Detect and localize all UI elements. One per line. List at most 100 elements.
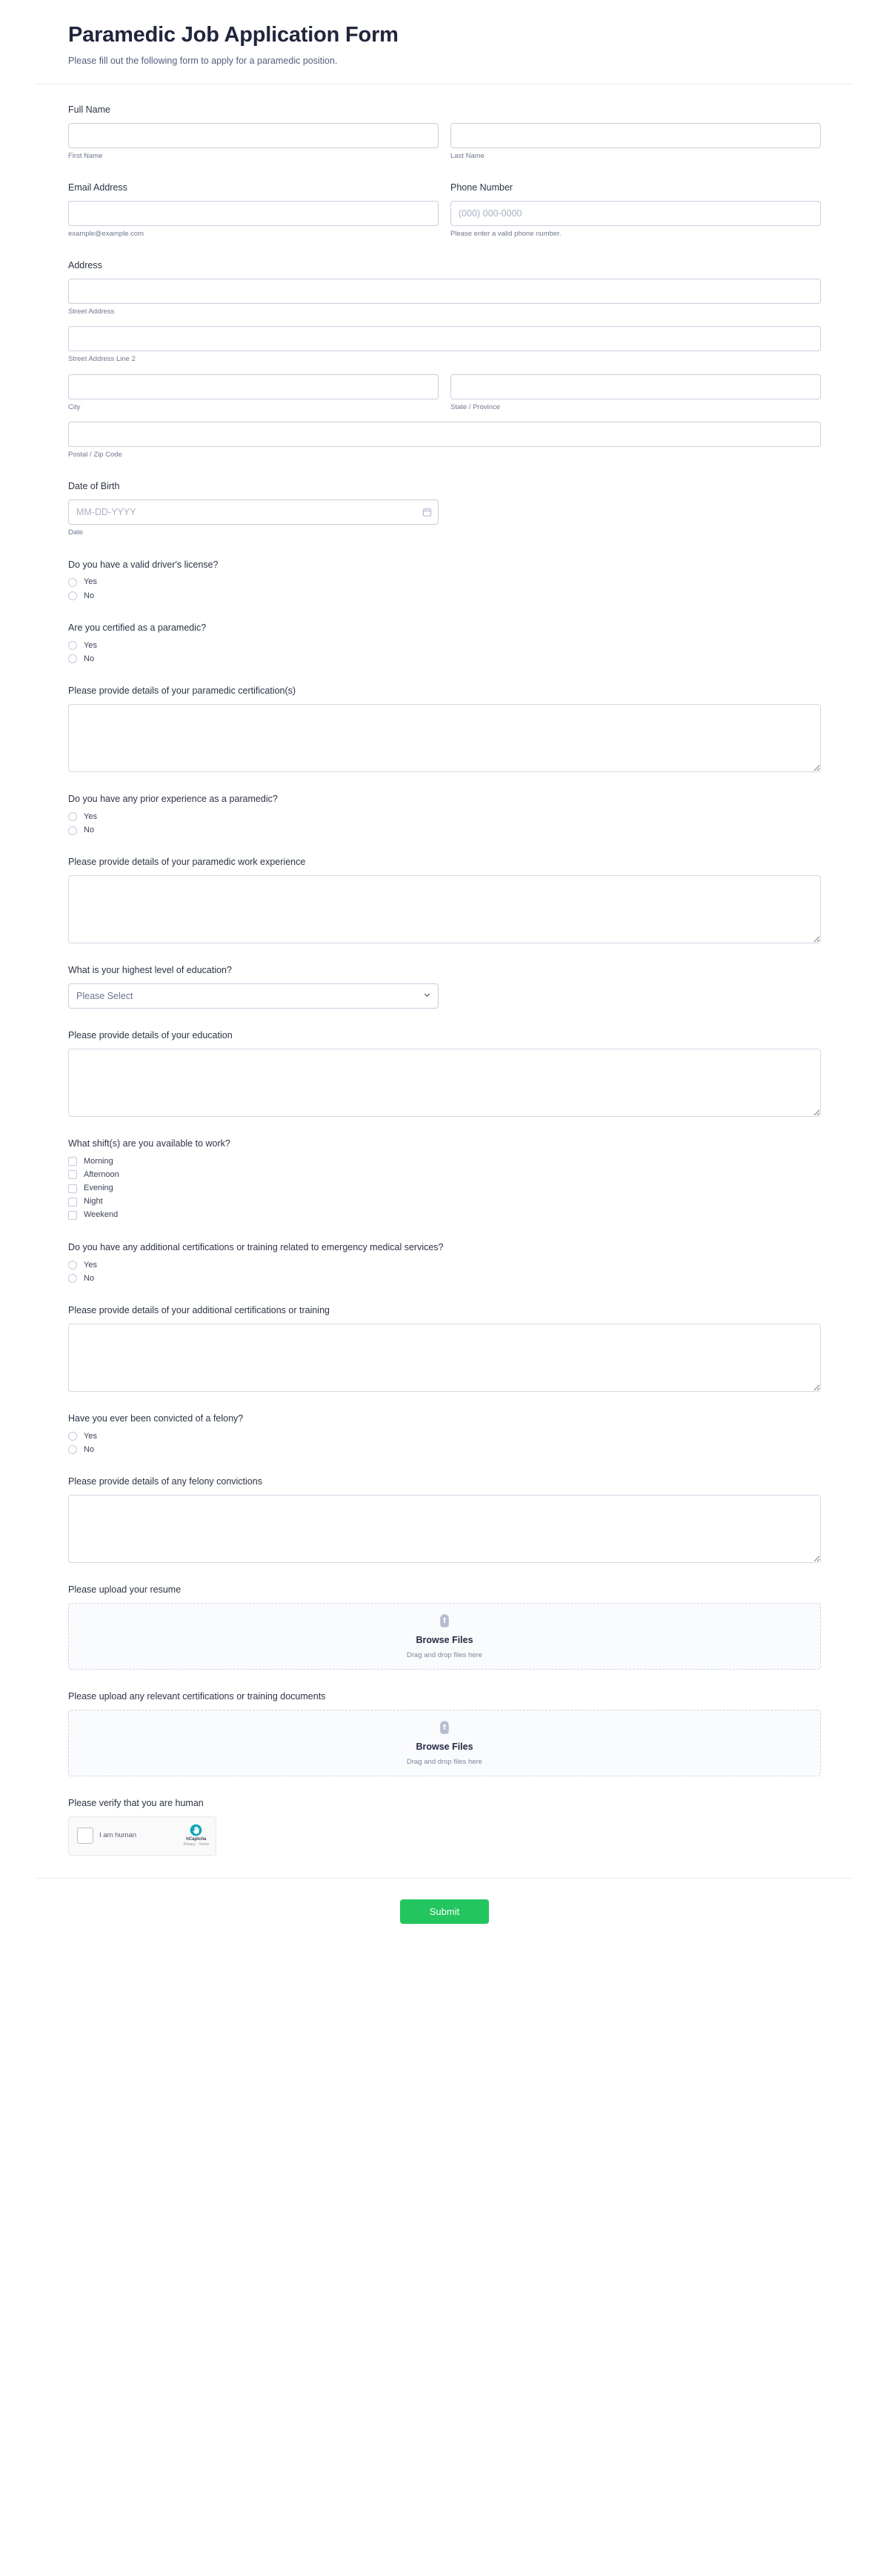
checkbox-icon[interactable] — [68, 1211, 77, 1221]
street-address-line2-sublabel: Street Address Line 2 — [68, 355, 136, 364]
certified-paramedic-option-yes[interactable]: Yes — [68, 641, 821, 651]
certifications-upload-label: Please upload any relevant certification… — [68, 1690, 326, 1702]
street-address-sublabel: Street Address — [68, 307, 115, 316]
radio-icon[interactable] — [68, 641, 77, 651]
hcaptcha-widget[interactable]: I am human hCaptcha Privacy - Terms — [68, 1816, 216, 1856]
field-certification-details: Please provide details of your paramedic… — [68, 685, 821, 772]
additional-certifications-option-no[interactable]: No — [68, 1274, 821, 1284]
radio-icon[interactable] — [68, 578, 77, 588]
city-sublabel: City — [68, 402, 81, 411]
date-of-birth-label: Date of Birth — [68, 481, 120, 492]
resume-upload-label: Please upload your resume — [68, 1584, 182, 1595]
email-phone-row: Email Address example@example.com Phone … — [68, 182, 821, 239]
full-name-row: First Name Last Name — [68, 122, 821, 161]
radio-icon[interactable] — [68, 591, 77, 601]
radio-icon[interactable] — [68, 812, 77, 822]
education-level-select[interactable]: Please Select — [68, 983, 439, 1009]
field-felony: Have you ever been convicted of a felony… — [68, 1413, 821, 1455]
phone-field[interactable] — [450, 200, 821, 226]
certification-details-label: Please provide details of your paramedic… — [68, 686, 296, 697]
upload-icon — [436, 1719, 453, 1736]
option-label: No — [84, 591, 95, 600]
state-province-input[interactable] — [450, 374, 821, 399]
radio-icon[interactable] — [68, 1261, 77, 1270]
first-name-input[interactable] — [68, 122, 439, 148]
page-title: Paramedic Job Application Form — [68, 23, 399, 47]
certifications-dropzone[interactable]: Browse Files Drag and drop files here — [68, 1709, 821, 1776]
option-label: No — [84, 1273, 95, 1283]
work-experience-details-textarea[interactable] — [68, 875, 821, 944]
shifts-label: What shift(s) are you available to work? — [68, 1138, 230, 1149]
date-of-birth-input[interactable] — [68, 499, 439, 525]
form-container: Paramedic Job Application Form Please fi… — [36, 0, 853, 1946]
dob-input-wrap — [68, 499, 439, 525]
resume-browse-files-label[interactable]: Browse Files — [416, 1635, 473, 1646]
prior-experience-option-no[interactable]: No — [68, 826, 821, 835]
radio-icon[interactable] — [68, 1432, 77, 1441]
submit-button[interactable]: Submit — [399, 1899, 490, 1924]
option-label: No — [84, 654, 95, 663]
felony-option-yes[interactable]: Yes — [68, 1432, 821, 1441]
option-label: Morning — [84, 1156, 113, 1166]
form-page: Paramedic Job Application Form Please fi… — [0, 0, 889, 2576]
checkbox-icon[interactable] — [68, 1184, 77, 1193]
field-shifts: What shift(s) are you available to work?… — [68, 1138, 821, 1221]
city-input[interactable] — [68, 374, 439, 399]
state-col: State / Province — [450, 374, 821, 412]
option-label: Yes — [84, 811, 97, 821]
certified-paramedic-option-no[interactable]: No — [68, 654, 821, 664]
shift-option-afternoon[interactable]: Afternoon — [68, 1170, 821, 1180]
felony-details-textarea[interactable] — [68, 1494, 821, 1563]
hcaptcha-privacy-terms[interactable]: Privacy - Terms — [184, 1843, 209, 1848]
drivers-license-option-yes[interactable]: Yes — [68, 577, 821, 588]
option-label: Night — [84, 1197, 103, 1206]
first-name-col: First Name — [68, 122, 439, 161]
shift-option-morning[interactable]: Morning — [68, 1157, 821, 1166]
option-label: No — [84, 1444, 95, 1454]
option-label: Yes — [84, 577, 97, 587]
shift-option-night[interactable]: Night — [68, 1197, 821, 1206]
education-level-row: Please Select — [68, 983, 821, 1009]
additional-certification-details-textarea[interactable] — [68, 1323, 821, 1392]
option-label: Afternoon — [84, 1169, 119, 1179]
checkbox-icon[interactable] — [68, 1170, 77, 1180]
shift-option-weekend[interactable]: Weekend — [68, 1210, 821, 1221]
radio-icon[interactable] — [68, 1274, 77, 1284]
education-details-textarea[interactable] — [68, 1048, 821, 1117]
drivers-license-option-no[interactable]: No — [68, 591, 821, 601]
city-state-row: City State / Province — [68, 374, 821, 412]
education-level-select-wrap: Please Select — [68, 983, 439, 1009]
last-name-input[interactable] — [450, 122, 821, 148]
checkbox-icon[interactable] — [68, 1157, 77, 1166]
certifications-browse-files-label[interactable]: Browse Files — [416, 1742, 473, 1753]
field-resume-upload: Please upload your resume Browse Files D… — [68, 1584, 821, 1670]
radio-icon[interactable] — [68, 1445, 77, 1455]
radio-icon[interactable] — [68, 826, 77, 835]
felony-options: Yes No — [68, 1432, 821, 1455]
field-certifications-upload: Please upload any relevant certification… — [68, 1690, 821, 1776]
prior-experience-option-yes[interactable]: Yes — [68, 812, 821, 822]
postal-code-input[interactable] — [68, 422, 821, 448]
felony-details-label: Please provide details of any felony con… — [68, 1476, 262, 1487]
last-name-sublabel: Last Name — [450, 151, 485, 160]
field-captcha: Please verify that you are human I am hu… — [68, 1797, 821, 1856]
street-address-input[interactable] — [68, 278, 821, 304]
street-address-line2-input[interactable] — [68, 326, 821, 352]
drivers-license-options: Yes No — [68, 577, 821, 601]
email-field[interactable] — [68, 200, 439, 226]
resume-dropzone[interactable]: Browse Files Drag and drop files here — [68, 1602, 821, 1670]
additional-certifications-label: Do you have any additional certification… — [68, 1241, 444, 1252]
hcaptcha-checkbox[interactable] — [77, 1828, 93, 1845]
field-address: Address Street Address Street Address Li… — [68, 259, 821, 459]
work-experience-details-label: Please provide details of your paramedic… — [68, 857, 306, 868]
felony-option-no[interactable]: No — [68, 1445, 821, 1455]
additional-certifications-option-yes[interactable]: Yes — [68, 1261, 821, 1270]
field-email-phone: Email Address example@example.com Phone … — [68, 182, 821, 239]
certification-details-textarea[interactable] — [68, 703, 821, 772]
radio-icon[interactable] — [68, 654, 77, 664]
field-additional-certification-details: Please provide details of your additiona… — [68, 1304, 821, 1392]
checkbox-icon[interactable] — [68, 1197, 77, 1206]
form-footer: Submit — [36, 1879, 853, 1946]
field-full-name: Full Name First Name Last Name — [68, 104, 821, 161]
shift-option-evening[interactable]: Evening — [68, 1184, 821, 1193]
